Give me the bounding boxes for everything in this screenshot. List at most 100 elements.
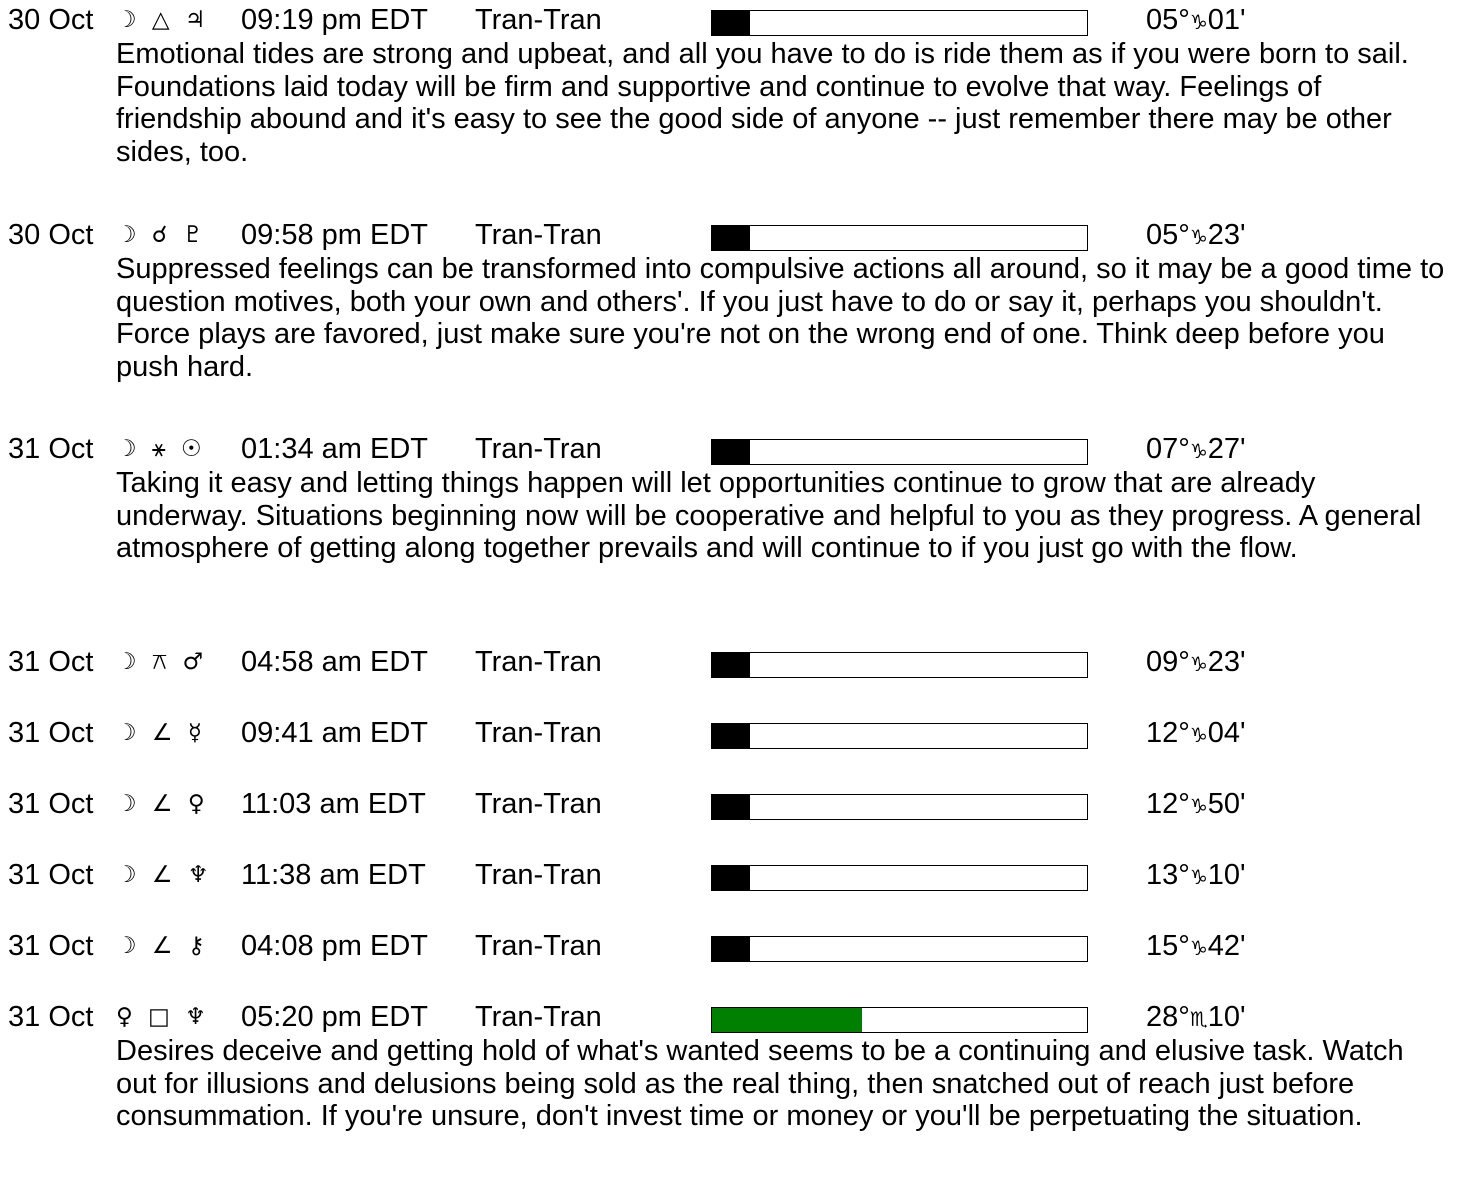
entry-time: 09:58 pm EDT — [241, 219, 428, 251]
strength-bar-fill — [712, 226, 750, 250]
transit-entry: 31 Oct ☽ ⚻ ♂ 04:58 am EDT Tran-Tran 09°♑… — [0, 645, 1457, 680]
strength-bar-fill — [712, 440, 750, 464]
position-minutes: 23' — [1207, 646, 1246, 678]
aspect-glyphs: ☽ ∠ ♀ — [116, 791, 209, 817]
strength-bar-fill — [712, 653, 750, 677]
strength-bar-fill — [712, 11, 750, 35]
strength-bar-fill — [712, 937, 750, 961]
transit-entry: 31 Oct ☽ ⚹ ☉ 01:34 am EDT Tran-Tran 07°♑… — [0, 432, 1457, 565]
zodiac-sign-icon: ♑ — [1189, 936, 1208, 960]
strength-bar — [711, 652, 1088, 678]
entry-time: 04:58 am EDT — [241, 646, 428, 678]
position-minutes: 50' — [1207, 788, 1246, 820]
transit-row: 31 Oct ☽ ∠ ♆ 11:38 am EDT Tran-Tran 13°♑… — [0, 858, 1457, 893]
zodiac-sign-icon: ♑ — [1189, 794, 1208, 818]
position: 28°♏10' — [1146, 1000, 1246, 1037]
entry-description: Taking it easy and letting things happen… — [116, 467, 1422, 564]
entry-time: 11:03 am EDT — [241, 788, 426, 820]
position-degree: 05° — [1146, 4, 1190, 36]
aspect-glyphs: ♀ □ ♆ — [116, 1004, 210, 1030]
position-minutes: 04' — [1207, 717, 1246, 749]
transit-type: Tran-Tran — [475, 717, 602, 749]
entry-time: 05:20 pm EDT — [241, 1001, 428, 1033]
entry-description: Suppressed feelings can be transformed i… — [116, 253, 1445, 383]
strength-bar-fill — [712, 724, 750, 748]
aspect-glyphs: ☽ ⚻ ♂ — [116, 649, 208, 675]
strength-bar — [711, 10, 1088, 36]
transit-type: Tran-Tran — [475, 788, 602, 820]
strength-bar — [711, 936, 1088, 962]
aspect-glyphs: ☽ ∠ ⚷ — [116, 933, 209, 959]
transit-entry: 30 Oct ☽ ☌ ♇ 09:58 pm EDT Tran-Tran 05°♑… — [0, 218, 1457, 383]
entry-date: 31 Oct — [8, 930, 94, 962]
aspect-glyphs: ☽ ⚹ ☉ — [116, 436, 206, 462]
transit-type: Tran-Tran — [475, 930, 602, 962]
position-minutes: 27' — [1207, 433, 1246, 465]
transit-entry: 31 Oct ☽ ∠ ⚷ 04:08 pm EDT Tran-Tran 15°♑… — [0, 929, 1457, 964]
strength-bar — [711, 865, 1088, 891]
position: 15°♑42' — [1146, 929, 1246, 966]
position: 13°♑10' — [1146, 858, 1246, 895]
transit-row: 30 Oct ☽ △ ♃ 09:19 pm EDT Tran-Tran 05°♑… — [0, 3, 1457, 38]
transit-entry: 31 Oct ☽ ∠ ♀ 11:03 am EDT Tran-Tran 12°♑… — [0, 787, 1457, 822]
position-degree: 12° — [1146, 788, 1190, 820]
position-degree: 09° — [1146, 646, 1190, 678]
entry-time: 01:34 am EDT — [241, 433, 428, 465]
strength-bar — [711, 794, 1088, 820]
strength-bar-fill — [712, 866, 750, 890]
entry-date: 31 Oct — [8, 788, 94, 820]
entry-description: Desires deceive and getting hold of what… — [116, 1035, 1404, 1132]
strength-bar — [711, 225, 1088, 251]
position: 12°♑50' — [1146, 787, 1246, 824]
transit-row: 31 Oct ☽ ⚹ ☉ 01:34 am EDT Tran-Tran 07°♑… — [0, 432, 1457, 467]
position-degree: 07° — [1146, 433, 1190, 465]
aspect-glyphs: ☽ ∠ ♆ — [116, 862, 213, 888]
position-minutes: 10' — [1207, 1001, 1246, 1033]
zodiac-sign-icon: ♑ — [1189, 652, 1208, 676]
position-degree: 13° — [1146, 859, 1190, 891]
transit-type: Tran-Tran — [475, 433, 602, 465]
entry-description: Emotional tides are strong and upbeat, a… — [116, 38, 1409, 168]
transit-row: 30 Oct ☽ ☌ ♇ 09:58 pm EDT Tran-Tran 05°♑… — [0, 218, 1457, 253]
position-degree: 12° — [1146, 717, 1190, 749]
strength-bar-fill — [712, 795, 750, 819]
aspect-glyphs: ☽ ∠ ☿ — [116, 720, 206, 746]
transit-row: 31 Oct ♀ □ ♆ 05:20 pm EDT Tran-Tran 28°♏… — [0, 1000, 1457, 1035]
transit-entry: 31 Oct ☽ ∠ ♆ 11:38 am EDT Tran-Tran 13°♑… — [0, 858, 1457, 893]
position-minutes: 23' — [1207, 219, 1246, 251]
transit-type: Tran-Tran — [475, 219, 602, 251]
position-minutes: 42' — [1207, 930, 1246, 962]
position: 09°♑23' — [1146, 645, 1246, 682]
position: 07°♑27' — [1146, 432, 1246, 469]
position: 05°♑23' — [1146, 218, 1246, 255]
entry-date: 31 Oct — [8, 859, 94, 891]
transit-row: 31 Oct ☽ ∠ ⚷ 04:08 pm EDT Tran-Tran 15°♑… — [0, 929, 1457, 964]
position-minutes: 01' — [1207, 4, 1246, 36]
transit-entry: 31 Oct ☽ ∠ ☿ 09:41 am EDT Tran-Tran 12°♑… — [0, 716, 1457, 751]
strength-bar — [711, 439, 1088, 465]
transit-row: 31 Oct ☽ ⚻ ♂ 04:58 am EDT Tran-Tran 09°♑… — [0, 645, 1457, 680]
zodiac-sign-icon: ♑ — [1189, 225, 1208, 249]
entry-date: 31 Oct — [8, 646, 94, 678]
position: 05°♑01' — [1146, 3, 1246, 40]
entry-date: 30 Oct — [8, 4, 94, 36]
strength-bar — [711, 1007, 1088, 1033]
position-degree: 15° — [1146, 930, 1190, 962]
strength-bar-fill — [712, 1008, 862, 1032]
position-minutes: 10' — [1207, 859, 1246, 891]
transit-type: Tran-Tran — [475, 646, 602, 678]
zodiac-sign-icon: ♑ — [1189, 865, 1208, 889]
aspect-glyphs: ☽ ☌ ♇ — [116, 222, 208, 248]
entry-time: 09:19 pm EDT — [241, 4, 428, 36]
entry-time: 04:08 pm EDT — [241, 930, 428, 962]
entry-time: 11:38 am EDT — [241, 859, 426, 891]
strength-bar — [711, 723, 1088, 749]
position-degree: 05° — [1146, 219, 1190, 251]
entry-date: 31 Oct — [8, 1001, 94, 1033]
position: 12°♑04' — [1146, 716, 1246, 753]
transit-type: Tran-Tran — [475, 1001, 602, 1033]
transit-entry: 31 Oct ♀ □ ♆ 05:20 pm EDT Tran-Tran 28°♏… — [0, 1000, 1457, 1133]
zodiac-sign-icon: ♏ — [1189, 1007, 1208, 1031]
entry-date: 31 Oct — [8, 717, 94, 749]
zodiac-sign-icon: ♑ — [1189, 10, 1208, 34]
